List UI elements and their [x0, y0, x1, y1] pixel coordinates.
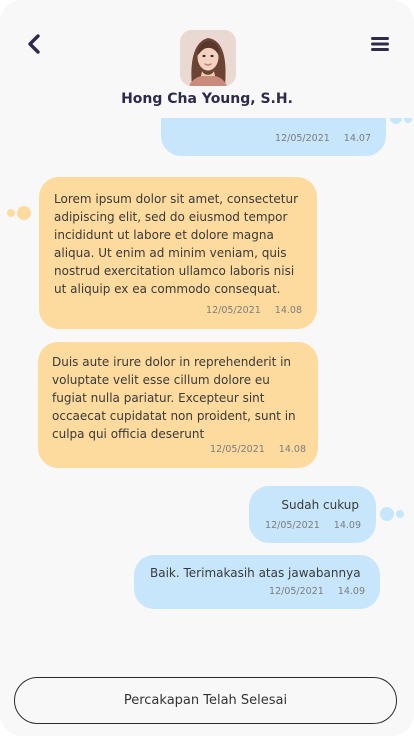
contact-name: Hong Cha Young, S.H. [121, 91, 293, 107]
message-text: Baik. Terimakasih atas jawabannya [150, 566, 361, 580]
chat-header: Hong Cha Young, S.H. [0, 0, 414, 118]
message-time: 14.07 [343, 133, 371, 144]
message-text: Lorem ipsum dolor sit amet, consectetur … [54, 192, 299, 296]
menu-button[interactable] [366, 30, 394, 58]
chat-screen: 12/05/2021 14.07 Lorem ipsum dolor sit am… [0, 0, 414, 736]
contact-photo [180, 30, 236, 86]
message-meta: 12/05/2021 14.08 [206, 302, 302, 320]
back-button[interactable] [20, 30, 48, 58]
message-meta: 12/05/2021 14.09 [269, 583, 365, 601]
message-meta: 12/05/2021 14.08 [210, 441, 306, 459]
chevron-left-icon [28, 34, 40, 54]
message-bubble-incoming: Lorem ipsum dolor sit amet, consectetur … [39, 177, 317, 329]
message-bubble-outgoing: Baik. Terimakasih atas jawabannya 12/05/… [134, 555, 380, 609]
conversation-ended-button[interactable]: Percakapan Telah Selesai [14, 677, 397, 724]
message-date: 12/05/2021 [265, 520, 320, 531]
message-meta: 12/05/2021 14.07 [275, 130, 371, 148]
message-bubble-outgoing: Sudah cukup 12/05/2021 14.09 [249, 486, 376, 543]
message-date: 12/05/2021 [206, 305, 261, 316]
message-time: 14.09 [337, 586, 365, 597]
message-time: 14.08 [274, 305, 302, 316]
message-time: 14.09 [333, 520, 361, 531]
message-bubble-incoming: Duis aute irure dolor in reprehenderit i… [38, 342, 318, 468]
typing-dot [17, 206, 31, 220]
message-text: Sudah cukup [281, 498, 359, 512]
message-text: Duis aute irure dolor in reprehenderit i… [52, 355, 296, 441]
message-date: 12/05/2021 [275, 133, 330, 144]
hamburger-menu-icon [371, 37, 389, 51]
avatar[interactable] [180, 30, 236, 86]
message-meta: 12/05/2021 14.09 [265, 517, 361, 535]
message-date: 12/05/2021 [269, 586, 324, 597]
typing-dot [396, 510, 404, 518]
message-date: 12/05/2021 [210, 444, 265, 455]
typing-dot [7, 209, 15, 217]
message-time: 14.08 [278, 444, 306, 455]
typing-dot [380, 507, 394, 521]
